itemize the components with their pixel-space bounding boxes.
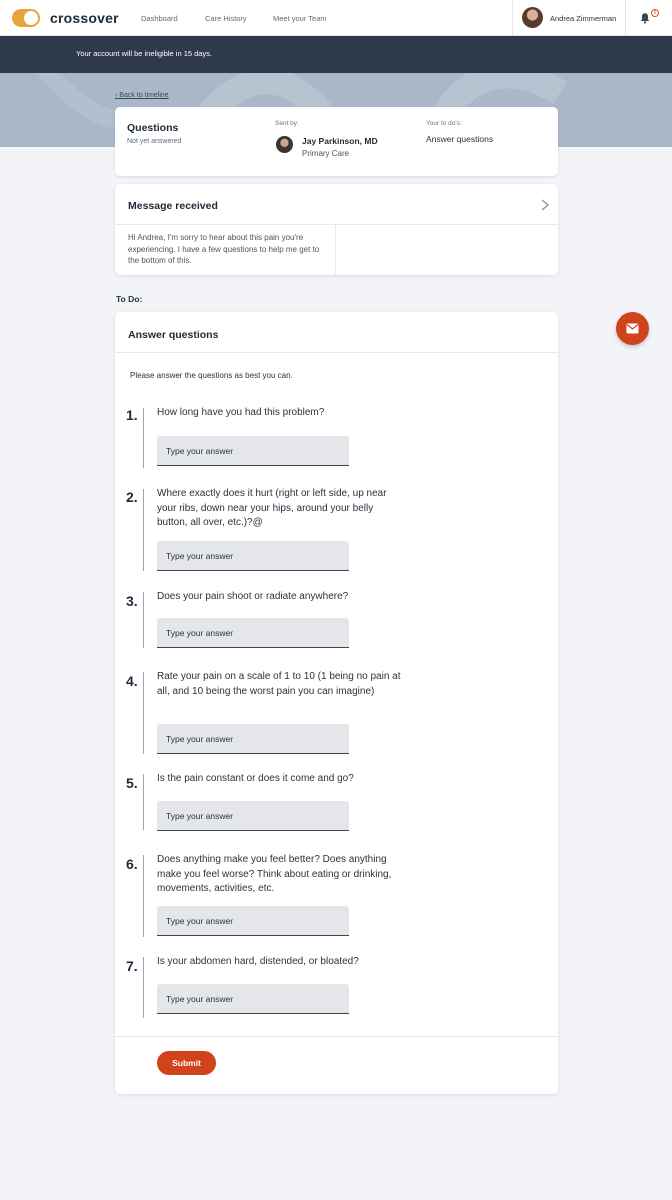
user-menu[interactable]: Andrea Zimmerman [512,0,626,36]
alert-text: Your account will be ineligible in 15 da… [76,49,213,58]
divider [115,1036,558,1037]
answer-input-2[interactable] [157,541,349,571]
message-fab-button[interactable] [616,312,649,345]
answer-card-title: Answer questions [128,329,219,341]
question-rule [143,855,144,937]
message-body: Hi Andrea, I'm sorry to hear about this … [128,233,320,265]
question-text: Does your pain shoot or radiate anywhere… [157,591,349,602]
submit-button[interactable]: Submit [157,1051,216,1075]
question-number: 2. [126,489,138,505]
todo-heading: To Do: [116,294,143,304]
sender-role: Primary Care [302,149,350,158]
answer-input-5[interactable] [157,801,349,831]
answer-input-4[interactable] [157,724,349,754]
answer-input-1[interactable] [157,436,349,466]
answer-intro: Please answer the questions as best you … [130,371,293,380]
nav-link-dashboard[interactable]: Dashboard [141,14,178,23]
toggle-logo-icon[interactable] [12,9,40,27]
question-text: Is the pain constant or does it come and… [157,773,354,784]
question-number: 3. [126,593,138,609]
question-text: Is your abdomen hard, distended, or bloa… [157,956,359,967]
eligibility-alert: Your account will be ineligible in 15 da… [0,36,672,73]
sent-by-label: Sent by: [275,120,299,127]
nav-link-care-history[interactable]: Care History [205,14,247,23]
divider [115,352,558,353]
user-avatar [522,7,543,28]
top-nav: crossover Dashboard Care History Meet yo… [0,0,672,36]
question-rule [143,672,144,754]
answer-status: Not yet answered [127,138,182,145]
question-rule [143,408,144,468]
question-text: Does anything make you feel better? Does… [157,854,392,894]
answer-input-7[interactable] [157,984,349,1014]
question-rule [143,957,144,1018]
divider [115,224,558,225]
mail-icon [626,323,639,334]
question-rule [143,592,144,648]
back-link-label: Back to timeline [119,92,169,99]
answer-questions-card: Answer questions Please answer the quest… [115,312,558,1094]
notification-badge: 5 [651,9,659,17]
question-rule [143,774,144,830]
todo-value: Answer questions [426,134,494,144]
chevron-right-icon[interactable] [539,198,551,212]
card-title: Questions [127,122,179,134]
question-text: How long have you had this problem? [157,407,325,418]
question-text: Where exactly does it hurt (right or lef… [157,488,387,528]
brand-logo[interactable]: crossover [50,10,119,26]
questions-summary-card: Questions Not yet answered Sent by: Jay … [115,107,558,176]
nav-link-meet-your-team[interactable]: Meet your Team [273,14,327,23]
doctor-avatar [276,136,293,153]
question-number: 7. [126,958,138,974]
question-number: 5. [126,775,138,791]
todo-label: Your to do's: [426,120,462,127]
user-name: Andrea Zimmerman [550,14,617,23]
back-to-timeline-link[interactable]: ‹ Back to timeline [115,92,169,99]
question-number: 4. [126,673,138,689]
question-number: 6. [126,856,138,872]
question-rule [143,489,144,571]
message-title: Message received [128,200,218,212]
answer-input-3[interactable] [157,618,349,648]
answer-input-6[interactable] [157,906,349,936]
question-text: Rate your pain on a scale of 1 to 10 (1 … [157,671,401,697]
message-card[interactable]: Message received Hi Andrea, I'm sorry to… [115,184,558,275]
sender-name: Jay Parkinson, MD [302,136,378,146]
divider [335,225,336,275]
question-number: 1. [126,407,138,423]
bell-icon[interactable] [639,12,651,24]
